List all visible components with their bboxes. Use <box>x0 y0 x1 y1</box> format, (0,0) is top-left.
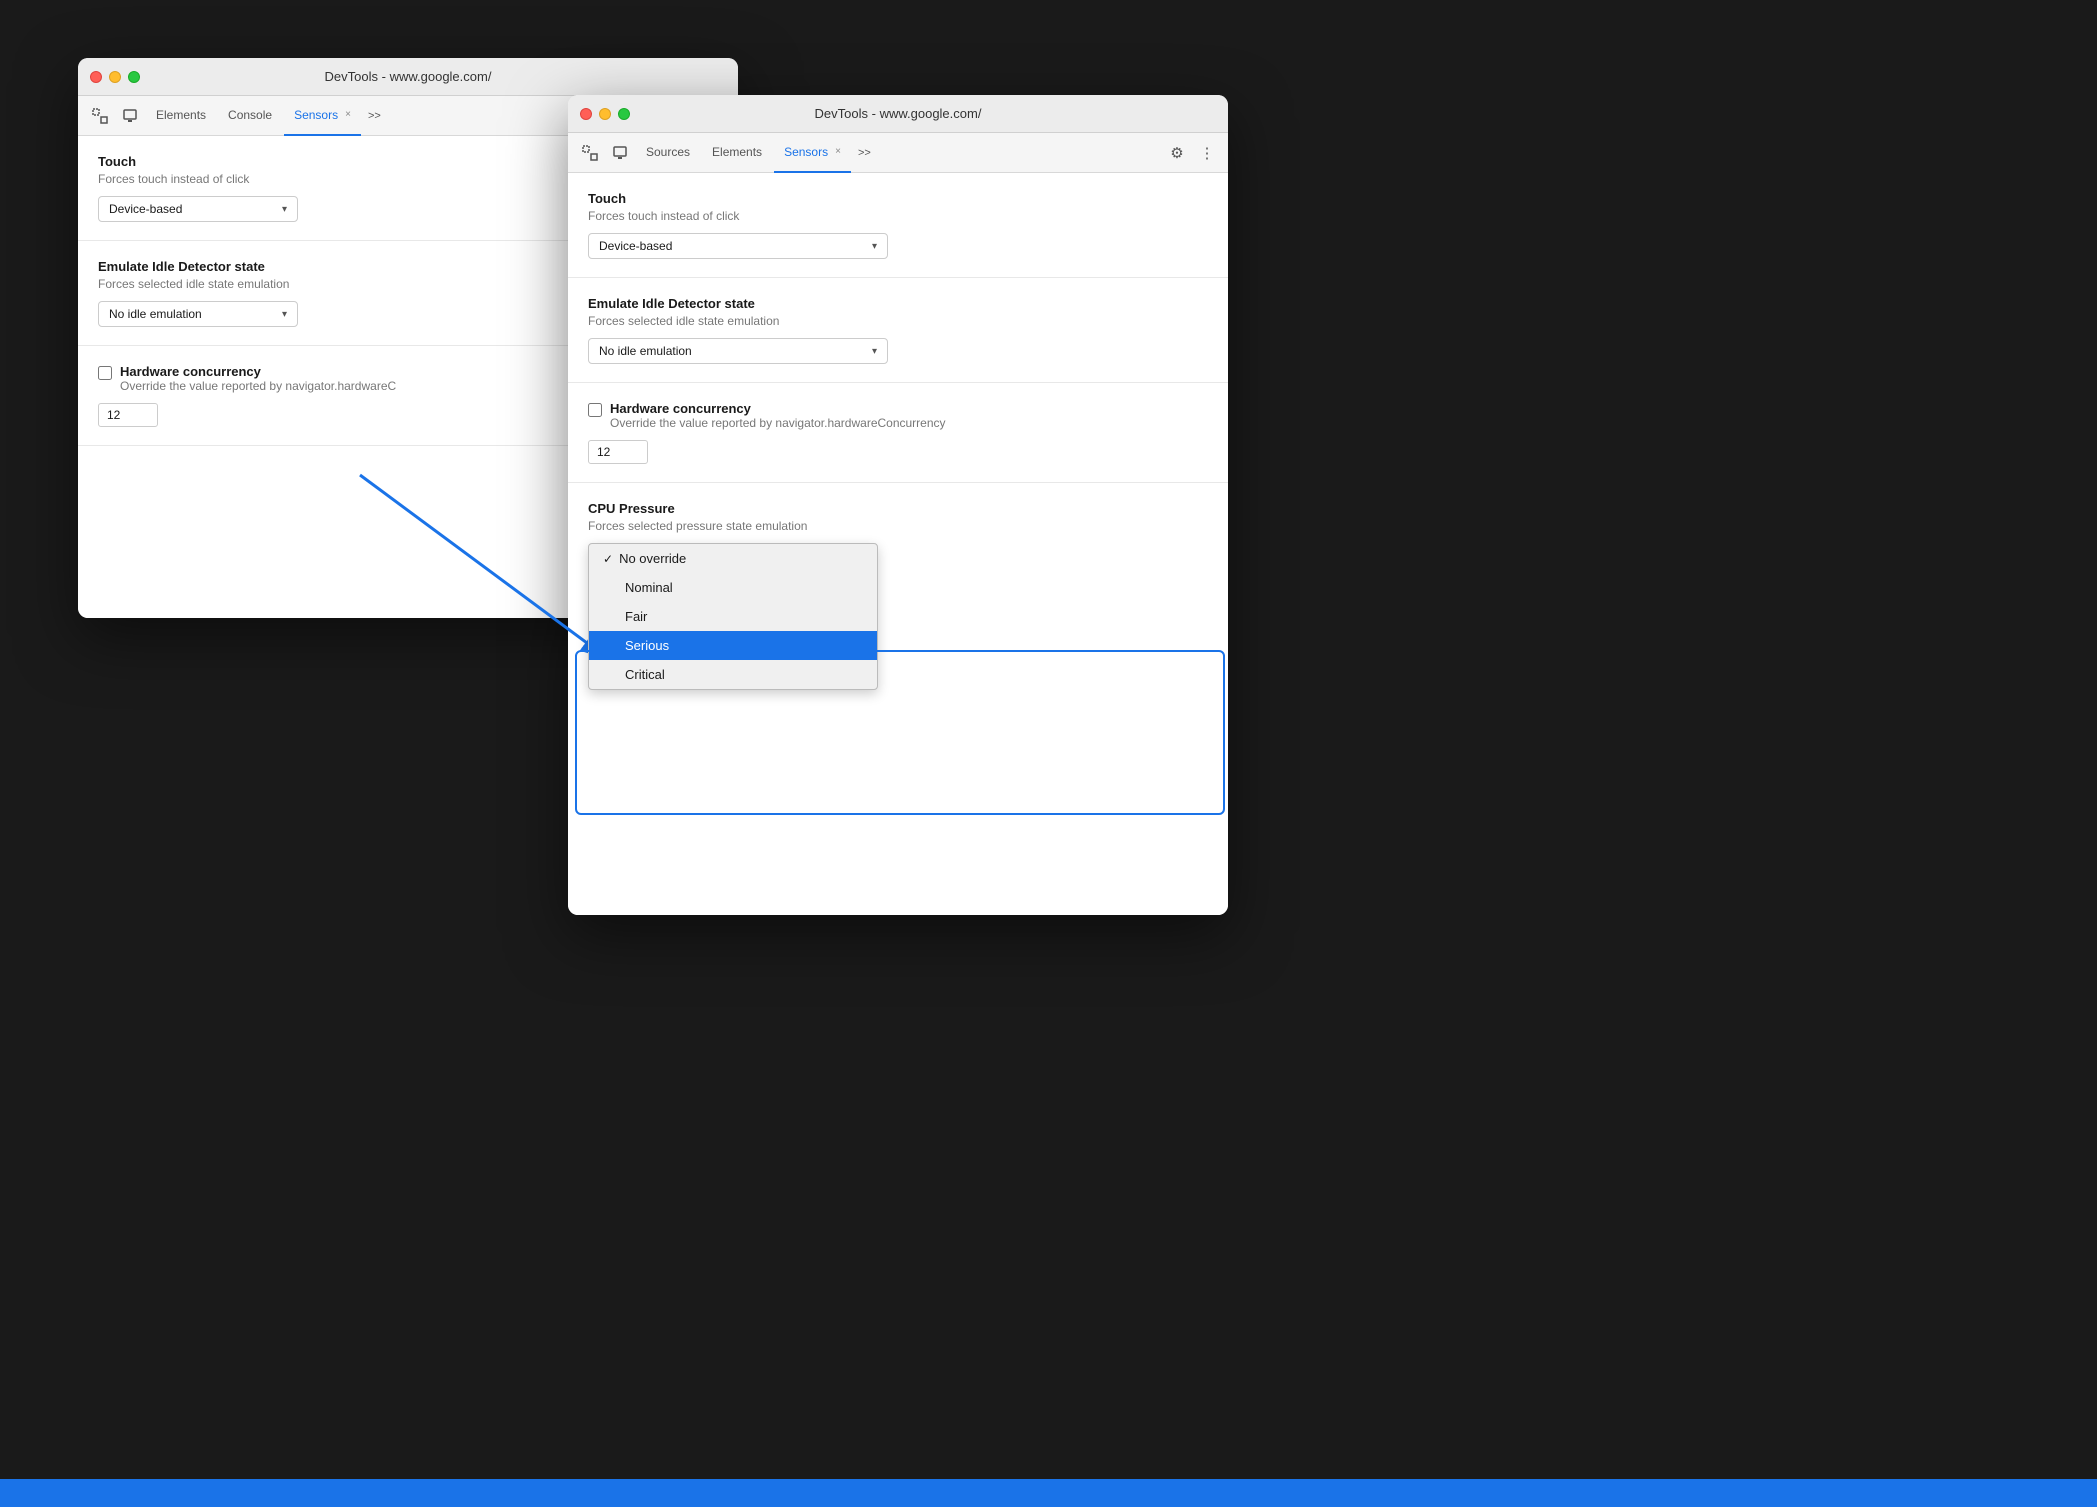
tab-elements-front[interactable]: Elements <box>702 133 772 173</box>
close-button-back[interactable] <box>90 71 102 83</box>
cpu-dropdown-open[interactable]: ✓ No override Nominal Fair Serious <box>588 543 878 690</box>
title-bar-back: DevTools - www.google.com/ <box>78 58 738 96</box>
traffic-lights-back <box>90 71 140 83</box>
devtools-window-front: DevTools - www.google.com/ Sources Eleme… <box>568 95 1228 915</box>
hardware-title-front: Hardware concurrency <box>610 401 946 416</box>
cpu-option-serious[interactable]: Serious <box>589 631 877 660</box>
hardware-title-back: Hardware concurrency <box>120 364 396 379</box>
window-title-front: DevTools - www.google.com/ <box>815 106 982 121</box>
touch-subtitle-front: Forces touch instead of click <box>588 209 1208 223</box>
touch-section-front: Touch Forces touch instead of click Devi… <box>568 173 1228 278</box>
cpu-option-nominal[interactable]: Nominal <box>589 573 877 602</box>
tab-sensors-front[interactable]: Sensors × <box>774 133 851 173</box>
cpu-pressure-title: CPU Pressure <box>588 501 1208 516</box>
title-bar-front: DevTools - www.google.com/ <box>568 95 1228 133</box>
blue-bottom-bar <box>0 1479 2097 1507</box>
cpu-pressure-section: CPU Pressure Forces selected pressure st… <box>568 483 1228 736</box>
hardware-checkbox-back[interactable] <box>98 366 112 380</box>
tab-bar-front: Sources Elements Sensors × >> ⚙ ⋮ <box>568 133 1228 173</box>
idle-chevron-front: ▾ <box>872 346 877 357</box>
idle-dropdown-front[interactable]: No idle emulation ▾ <box>588 338 888 364</box>
idle-section-front: Emulate Idle Detector state Forces selec… <box>568 278 1228 383</box>
close-button-front[interactable] <box>580 108 592 120</box>
device-icon-front[interactable] <box>606 139 634 167</box>
hardware-subtitle-front: Override the value reported by navigator… <box>610 416 946 430</box>
panel-content-front: Touch Forces touch instead of click Devi… <box>568 173 1228 915</box>
window-title-back: DevTools - www.google.com/ <box>325 69 492 84</box>
hardware-checkbox-row-front: Hardware concurrency Override the value … <box>588 401 1208 430</box>
cpu-option-no-override[interactable]: ✓ No override <box>589 544 877 573</box>
hardware-number-back[interactable] <box>98 403 158 427</box>
tab-sensors-back[interactable]: Sensors × <box>284 96 361 136</box>
hardware-number-front[interactable] <box>588 440 648 464</box>
hardware-subtitle-back: Override the value reported by navigator… <box>120 379 396 393</box>
cpu-pressure-subtitle: Forces selected pressure state emulation <box>588 519 1208 533</box>
touch-dropdown-front[interactable]: Device-based ▾ <box>588 233 888 259</box>
tab-console-back[interactable]: Console <box>218 96 282 136</box>
cpu-option-fair[interactable]: Fair <box>589 602 877 631</box>
idle-dropdown-back[interactable]: No idle emulation ▾ <box>98 301 298 327</box>
idle-title-front: Emulate Idle Detector state <box>588 296 1208 311</box>
touch-chevron-front: ▾ <box>872 241 877 252</box>
inspect-icon-front[interactable] <box>576 139 604 167</box>
gear-icon-front[interactable]: ⚙ <box>1164 140 1190 166</box>
tab-more-front[interactable]: >> <box>853 147 876 159</box>
tab-elements-back[interactable]: Elements <box>146 96 216 136</box>
device-icon-back[interactable] <box>116 102 144 130</box>
tab-bar-right-front: ⚙ ⋮ <box>1164 140 1220 166</box>
tab-sources-front[interactable]: Sources <box>636 133 700 173</box>
touch-dropdown-back[interactable]: Device-based ▾ <box>98 196 298 222</box>
inspect-icon-back[interactable] <box>86 102 114 130</box>
no-override-check: ✓ <box>603 552 613 566</box>
minimize-button-front[interactable] <box>599 108 611 120</box>
tab-close-back[interactable]: × <box>345 109 351 120</box>
minimize-button-back[interactable] <box>109 71 121 83</box>
idle-chevron-back: ▾ <box>282 309 287 320</box>
maximize-button-front[interactable] <box>618 108 630 120</box>
tab-close-front[interactable]: × <box>835 146 841 157</box>
maximize-button-back[interactable] <box>128 71 140 83</box>
hardware-section-front: Hardware concurrency Override the value … <box>568 383 1228 483</box>
traffic-lights-front <box>580 108 630 120</box>
menu-icon-front[interactable]: ⋮ <box>1194 140 1220 166</box>
hardware-checkbox-front[interactable] <box>588 403 602 417</box>
cpu-option-critical[interactable]: Critical <box>589 660 877 689</box>
idle-subtitle-front: Forces selected idle state emulation <box>588 314 1208 328</box>
tab-more-back[interactable]: >> <box>363 110 386 122</box>
touch-chevron-back: ▾ <box>282 204 287 215</box>
touch-title-front: Touch <box>588 191 1208 206</box>
